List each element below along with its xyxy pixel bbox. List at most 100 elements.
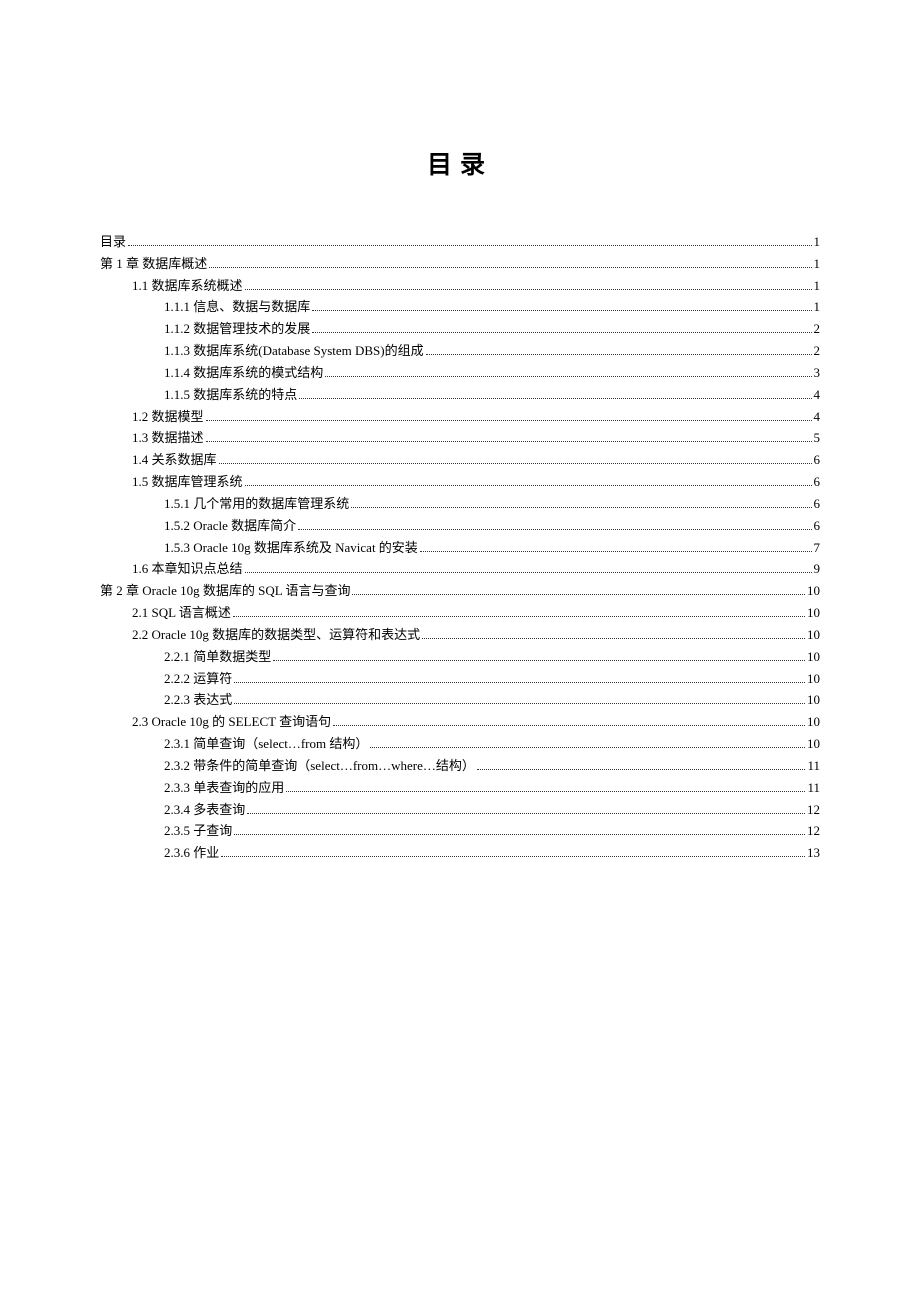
toc-entry-page: 4 [814,384,821,406]
table-of-contents: 目录1第 1 章 数据库概述11.1 数据库系统概述11.1.1 信息、数据与数… [100,231,820,864]
toc-entry[interactable]: 目录 1 [100,231,820,253]
toc-entry-page: 7 [814,537,821,559]
toc-leader-dots [477,769,806,770]
toc-entry-page: 6 [814,515,821,537]
toc-leader-dots [234,703,805,704]
toc-entry[interactable]: 2.1 SQL 语言概述10 [100,602,820,624]
toc-entry[interactable]: 1.5.3 Oracle 10g 数据库系统及 Navicat 的安装 7 [100,537,820,559]
toc-entry-page: 1 [814,253,821,275]
toc-leader-dots [352,594,805,595]
toc-entry-page: 13 [807,842,820,864]
toc-leader-dots [422,638,805,639]
toc-entry-page: 1 [814,275,821,297]
toc-entry-page: 6 [814,449,821,471]
toc-entry-label: 2.3.4 多表查询 [164,799,245,821]
toc-entry[interactable]: 2.3.3 单表查询的应用11 [100,777,820,799]
toc-entry[interactable]: 第 1 章 数据库概述 1 [100,253,820,275]
toc-leader-dots [312,310,811,311]
toc-entry-page: 10 [807,711,820,733]
toc-entry-label: 第 1 章 数据库概述 [100,253,207,275]
toc-entry[interactable]: 1.1.4 数据库系统的模式结构3 [100,362,820,384]
toc-entry-label: 1.3 数据描述 [132,427,204,449]
toc-leader-dots [420,551,812,552]
toc-entry[interactable]: 1.4 关系数据库6 [100,449,820,471]
toc-entry-label: 2.2.3 表达式 [164,689,232,711]
toc-entry-label: 1.1.2 数据管理技术的发展 [164,318,310,340]
toc-entry-label: 2.2 Oracle 10g 数据库的数据类型、运算符和表达式 [132,624,420,646]
toc-leader-dots [206,441,812,442]
page-title: 目录 [100,145,820,181]
toc-entry-page: 1 [814,296,821,318]
toc-leader-dots [333,725,805,726]
toc-entry[interactable]: 2.2.1 简单数据类型10 [100,646,820,668]
toc-entry[interactable]: 2.3.5 子查询 12 [100,820,820,842]
toc-entry[interactable]: 1.1.5 数据库系统的特点 4 [100,384,820,406]
toc-leader-dots [298,529,811,530]
toc-entry-label: 2.3.2 带条件的简单查询（select…from…where…结构） [164,755,475,777]
toc-leader-dots [370,747,805,748]
toc-entry-label: 2.3.5 子查询 [164,820,232,842]
toc-entry-page: 6 [814,471,821,493]
toc-leader-dots [233,616,805,617]
toc-entry[interactable]: 2.3.1 简单查询（select…from 结构）10 [100,733,820,755]
toc-entry[interactable]: 1.1.2 数据管理技术的发展 2 [100,318,820,340]
toc-entry[interactable]: 1.6 本章知识点总结 9 [100,558,820,580]
toc-entry[interactable]: 2.3.6 作业 13 [100,842,820,864]
toc-entry[interactable]: 1.3 数据描述 5 [100,427,820,449]
toc-entry-page: 10 [807,689,820,711]
toc-entry[interactable]: 1.5.2 Oracle 数据库简介6 [100,515,820,537]
toc-entry-page: 11 [807,777,820,799]
toc-entry-page: 1 [814,231,821,253]
toc-leader-dots [221,856,805,857]
toc-entry-label: 1.1.5 数据库系统的特点 [164,384,297,406]
toc-entry-page: 12 [807,820,820,842]
toc-leader-dots [325,376,811,377]
toc-leader-dots [209,267,811,268]
toc-entry[interactable]: 1.5.1 几个常用的数据库管理系统6 [100,493,820,515]
toc-entry-page: 11 [807,755,820,777]
toc-entry-page: 3 [814,362,821,384]
toc-leader-dots [245,289,812,290]
toc-entry[interactable]: 1.5 数据库管理系统 6 [100,471,820,493]
toc-entry-page: 9 [814,558,821,580]
toc-entry[interactable]: 2.2.3 表达式 10 [100,689,820,711]
toc-entry-label: 1.1.3 数据库系统(Database System DBS)的组成 [164,340,424,362]
toc-leader-dots [273,660,805,661]
toc-leader-dots [245,485,812,486]
toc-entry-label: 1.5.3 Oracle 10g 数据库系统及 Navicat 的安装 [164,537,418,559]
toc-entry-page: 5 [814,427,821,449]
toc-entry[interactable]: 1.2 数据模型 4 [100,406,820,428]
toc-leader-dots [245,572,812,573]
toc-entry-page: 4 [814,406,821,428]
toc-entry-page: 2 [814,340,821,362]
toc-leader-dots [234,834,805,835]
toc-entry-page: 2 [814,318,821,340]
toc-entry-label: 1.5 数据库管理系统 [132,471,243,493]
toc-entry[interactable]: 2.3.4 多表查询 12 [100,799,820,821]
toc-leader-dots [351,507,811,508]
toc-leader-dots [206,420,812,421]
toc-entry[interactable]: 2.2.2 运算符 10 [100,668,820,690]
toc-entry-page: 10 [807,624,820,646]
toc-entry[interactable]: 2.3.2 带条件的简单查询（select…from…where…结构） 11 [100,755,820,777]
toc-entry-page: 12 [807,799,820,821]
toc-entry[interactable]: 2.2 Oracle 10g 数据库的数据类型、运算符和表达式 10 [100,624,820,646]
toc-entry-label: 第 2 章 Oracle 10g 数据库的 SQL 语言与查询 [100,580,350,602]
toc-entry[interactable]: 1.1.1 信息、数据与数据库1 [100,296,820,318]
toc-entry-label: 2.3.1 简单查询（select…from 结构） [164,733,368,755]
toc-entry-label: 1.6 本章知识点总结 [132,558,243,580]
toc-entry-label: 2.3 Oracle 10g 的 SELECT 查询语句 [132,711,331,733]
toc-entry-label: 2.1 SQL 语言概述 [132,602,231,624]
toc-entry-page: 10 [807,668,820,690]
toc-leader-dots [234,682,805,683]
toc-entry-page: 6 [814,493,821,515]
toc-entry[interactable]: 1.1.3 数据库系统(Database System DBS)的组成 2 [100,340,820,362]
toc-entry-label: 2.2.2 运算符 [164,668,232,690]
toc-entry-label: 2.3.6 作业 [164,842,219,864]
toc-entry-label: 目录 [100,231,126,253]
toc-entry-label: 1.2 数据模型 [132,406,204,428]
toc-entry-label: 1.1 数据库系统概述 [132,275,243,297]
toc-entry[interactable]: 2.3 Oracle 10g 的 SELECT 查询语句 10 [100,711,820,733]
toc-entry[interactable]: 1.1 数据库系统概述 1 [100,275,820,297]
toc-entry[interactable]: 第 2 章 Oracle 10g 数据库的 SQL 语言与查询10 [100,580,820,602]
